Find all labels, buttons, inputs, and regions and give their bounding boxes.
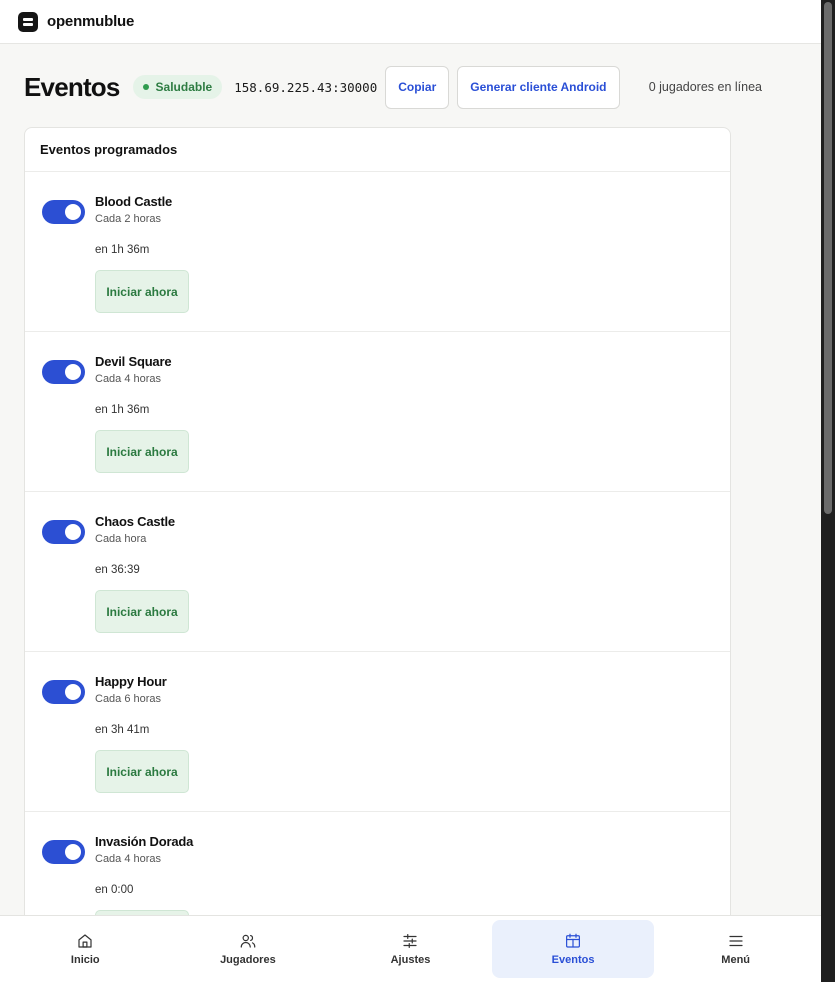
event-toggle[interactable] [42, 360, 85, 384]
event-name: Invasión Dorada [95, 834, 194, 849]
event-frequency: Cada 4 horas [95, 853, 162, 865]
event-toggle[interactable] [42, 680, 85, 704]
page-header: Eventos Saludable 158.69.225.43:30000 Co… [24, 65, 784, 109]
start-now-button[interactable]: Iniciar ahora [95, 430, 189, 473]
start-now-button[interactable]: Iniciar ahora [95, 590, 189, 633]
event-row: Blood Castle Cada 2 horas en 1h 36m Inic… [25, 172, 730, 332]
server-address: 158.69.225.43:30000 [234, 79, 378, 95]
event-frequency: Cada 6 horas [95, 693, 162, 705]
calendar-icon [566, 933, 581, 948]
event-row: Happy Hour Cada 6 horas en 3h 41m Inicia… [25, 652, 730, 812]
event-name: Chaos Castle [95, 514, 175, 529]
event-next-run: en 0:00 [95, 884, 134, 896]
generate-android-client-button[interactable]: Generar cliente Android [457, 65, 620, 109]
toggle-knob [65, 844, 81, 860]
event-next-run: en 1h 36m [95, 404, 150, 416]
event-toggle[interactable] [42, 520, 85, 544]
event-toggle[interactable] [42, 200, 85, 224]
start-now-button[interactable]: Iniciar ahora [95, 750, 189, 793]
status-dot-icon [142, 84, 149, 90]
event-toggle[interactable] [42, 840, 85, 864]
toggle-knob [65, 684, 81, 700]
event-name: Happy Hour [95, 674, 167, 689]
brand-name: openmublue [47, 13, 135, 30]
event-frequency: Cada hora [95, 533, 147, 545]
nav-label: Jugadores [220, 954, 276, 966]
players-online-count: 0 jugadores en línea [648, 80, 762, 94]
nav-label: Inicio [70, 954, 100, 966]
scrollbar[interactable] [821, 0, 835, 982]
event-next-run: en 3h 41m [95, 724, 150, 736]
event-next-run: en 1h 36m [95, 244, 150, 256]
nav-label: Menú [721, 954, 751, 966]
nav-label: Ajustes [390, 954, 431, 966]
event-name: Blood Castle [95, 194, 173, 209]
event-row: Invasión Dorada Cada 4 horas en 0:00 Ini… [25, 812, 730, 926]
status-badge: Saludable [132, 75, 223, 99]
menu-icon [729, 935, 743, 947]
bottom-navigation: Inicio Jugadores Ajustes Eventos Menú [0, 915, 821, 982]
logo-icon [18, 11, 38, 32]
event-frequency: Cada 2 horas [95, 213, 162, 225]
event-next-run: en 36:39 [95, 564, 140, 576]
page-title: Eventos [24, 71, 120, 102]
nav-label: Eventos [551, 954, 595, 966]
top-bar: openmublue [0, 0, 821, 44]
toggle-knob [65, 204, 81, 220]
nav-item-ajustes[interactable]: Ajustes [329, 920, 492, 978]
event-row: Chaos Castle Cada hora en 36:39 Iniciar … [25, 492, 730, 652]
card-title: Eventos programados [25, 128, 730, 172]
scrollbar-thumb[interactable] [824, 2, 832, 514]
nav-item-inicio[interactable]: Inicio [4, 920, 167, 978]
start-now-button[interactable]: Iniciar ahora [95, 270, 189, 313]
nav-item-menu[interactable]: Menú [654, 920, 817, 978]
toggle-knob [65, 524, 81, 540]
nav-item-eventos[interactable]: Eventos [491, 920, 655, 978]
toggle-knob [65, 364, 81, 380]
copy-button[interactable]: Copiar [385, 65, 450, 109]
event-row: Devil Square Cada 4 horas en 1h 36m Inic… [25, 332, 730, 492]
event-frequency: Cada 4 horas [95, 373, 162, 385]
home-icon [78, 934, 92, 948]
scheduled-events-card: Eventos programados Blood Castle Cada 2 … [24, 127, 731, 927]
status-label: Saludable [155, 80, 213, 94]
sliders-icon [403, 934, 418, 948]
users-icon [240, 934, 256, 948]
event-name: Devil Square [95, 354, 172, 369]
nav-item-jugadores[interactable]: Jugadores [167, 920, 330, 978]
